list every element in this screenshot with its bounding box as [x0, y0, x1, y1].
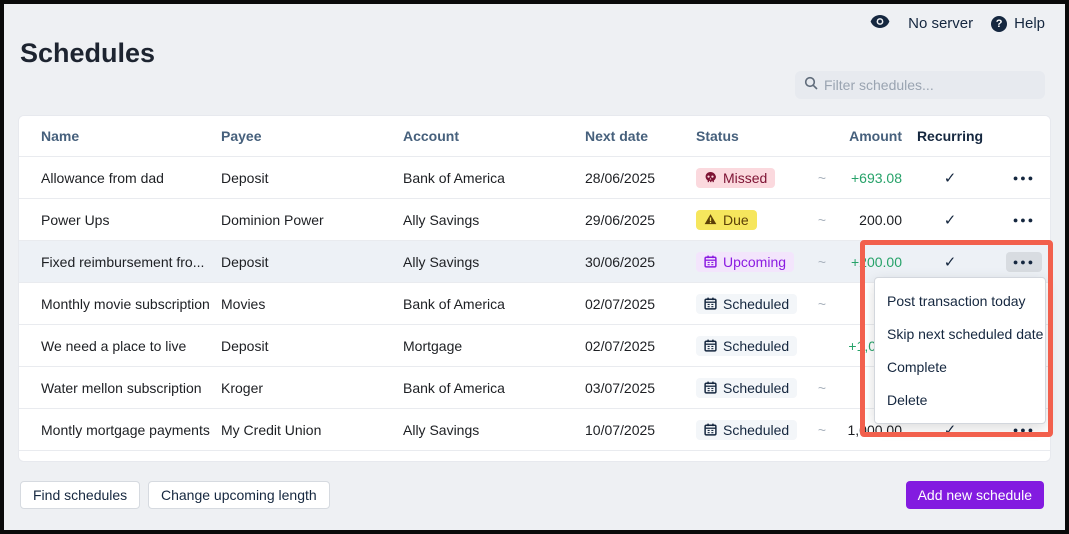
schedule-name: Water mellon subscription	[41, 380, 221, 396]
row-menu-button[interactable]: ●●●	[1006, 210, 1042, 230]
header-amount: Amount	[836, 128, 902, 144]
schedule-amount: +693.08	[836, 170, 902, 186]
table-row-partial	[19, 451, 1050, 462]
recurring-check-icon: ✓	[902, 169, 998, 187]
schedule-account: Ally Savings	[403, 422, 585, 438]
schedule-context-menu: Post transaction today Skip next schedul…	[874, 277, 1046, 424]
filter-schedules-search[interactable]	[795, 71, 1045, 99]
schedule-name: Power Ups	[41, 212, 221, 228]
calendar-icon	[704, 381, 717, 394]
schedule-next-date: 29/06/2025	[585, 212, 696, 228]
schedule-payee: Deposit	[221, 254, 403, 270]
schedule-status: Scheduled	[696, 336, 808, 356]
approx-tilde: ~	[808, 212, 836, 228]
table-header-row: Name Payee Account Next date Status Amou…	[19, 116, 1050, 157]
server-status[interactable]: No server	[908, 15, 973, 32]
schedule-status: Due	[696, 210, 808, 230]
row-menu-button[interactable]: ●●●	[1006, 252, 1042, 272]
schedule-amount: +200.00	[836, 254, 902, 270]
topbar: No server ? Help	[870, 14, 1045, 33]
skull-icon	[704, 171, 717, 184]
approx-tilde: ~	[808, 422, 836, 438]
table-row[interactable]: Power UpsDominion PowerAlly Savings29/06…	[19, 199, 1050, 241]
schedule-name: Monthly movie subscription	[41, 296, 221, 312]
schedule-next-date: 30/06/2025	[585, 254, 696, 270]
eye-icon	[870, 14, 890, 33]
schedule-payee: Deposit	[221, 338, 403, 354]
status-badge: Missed	[696, 168, 775, 188]
calendar-icon	[704, 423, 717, 436]
schedule-next-date: 03/07/2025	[585, 380, 696, 396]
menu-item-skip-next-scheduled-date[interactable]: Skip next scheduled date	[875, 322, 1045, 346]
recurring-check-icon: ✓	[902, 211, 998, 229]
schedule-status: Scheduled	[696, 294, 808, 314]
schedule-next-date: 02/07/2025	[585, 296, 696, 312]
schedule-payee: Kroger	[221, 380, 403, 396]
schedule-status: Upcoming	[696, 252, 808, 272]
schedule-name: We need a place to live	[41, 338, 221, 354]
row-menu-button[interactable]: ●●●	[1006, 168, 1042, 188]
approx-tilde: ~	[808, 170, 836, 186]
status-badge: Scheduled	[696, 336, 797, 356]
schedule-account: Bank of America	[403, 170, 585, 186]
header-recurring: Recurring	[902, 128, 998, 144]
find-schedules-button[interactable]: Find schedules	[20, 481, 140, 509]
schedule-amount: 200.00	[836, 212, 902, 228]
search-input[interactable]	[824, 77, 1036, 93]
approx-tilde: ~	[808, 380, 836, 396]
schedule-next-date: 02/07/2025	[585, 338, 696, 354]
schedule-status: Scheduled	[696, 420, 808, 440]
schedule-name: Allowance from dad	[41, 170, 221, 186]
help-label: Help	[1014, 15, 1045, 32]
schedule-next-date: 28/06/2025	[585, 170, 696, 186]
status-badge: Due	[696, 210, 757, 230]
status-badge: Upcoming	[696, 252, 794, 272]
schedule-status: Scheduled	[696, 378, 808, 398]
schedule-status: Missed	[696, 168, 808, 188]
server-status-label: No server	[908, 15, 973, 32]
warning-icon	[704, 213, 717, 226]
approx-tilde: ~	[808, 296, 836, 312]
recurring-check-icon: ✓	[902, 253, 998, 271]
header-next-date: Next date	[585, 128, 696, 144]
menu-item-complete[interactable]: Complete	[875, 355, 1045, 379]
schedule-account: Bank of America	[403, 380, 585, 396]
status-badge: Scheduled	[696, 294, 797, 314]
help-button[interactable]: ? Help	[991, 15, 1045, 32]
schedule-account: Ally Savings	[403, 212, 585, 228]
privacy-toggle[interactable]	[870, 14, 890, 33]
schedule-payee: Deposit	[221, 170, 403, 186]
header-name: Name	[41, 128, 221, 144]
search-icon	[804, 76, 818, 95]
table-row[interactable]: Allowance from dadDepositBank of America…	[19, 157, 1050, 199]
add-new-schedule-button[interactable]: Add new schedule	[906, 481, 1044, 509]
header-payee: Payee	[221, 128, 403, 144]
calendar-icon	[704, 297, 717, 310]
page-title: Schedules	[20, 38, 155, 69]
calendar-icon	[704, 255, 717, 268]
schedule-name: Montly mortgage payments	[41, 422, 221, 438]
schedule-account: Mortgage	[403, 338, 585, 354]
schedules-page: No server ? Help Schedules Name Payee Ac…	[0, 0, 1069, 534]
header-account: Account	[403, 128, 585, 144]
schedule-payee: Dominion Power	[221, 212, 403, 228]
status-badge: Scheduled	[696, 378, 797, 398]
help-icon: ?	[991, 16, 1007, 32]
schedule-account: Bank of America	[403, 296, 585, 312]
approx-tilde: ~	[808, 254, 836, 270]
header-status: Status	[696, 128, 808, 144]
schedule-account: Ally Savings	[403, 254, 585, 270]
schedule-next-date: 10/07/2025	[585, 422, 696, 438]
change-upcoming-length-button[interactable]: Change upcoming length	[148, 481, 330, 509]
menu-item-post-transaction-today[interactable]: Post transaction today	[875, 289, 1045, 313]
schedule-payee: My Credit Union	[221, 422, 403, 438]
calendar-icon	[704, 339, 717, 352]
row-menu-cell: ●●●	[998, 168, 1050, 188]
schedule-payee: Movies	[221, 296, 403, 312]
row-menu-cell: ●●●	[998, 252, 1050, 272]
row-menu-cell: ●●●	[998, 210, 1050, 230]
schedule-name: Fixed reimbursement fro...	[41, 254, 221, 270]
status-badge: Scheduled	[696, 420, 797, 440]
menu-item-delete[interactable]: Delete	[875, 388, 1045, 412]
